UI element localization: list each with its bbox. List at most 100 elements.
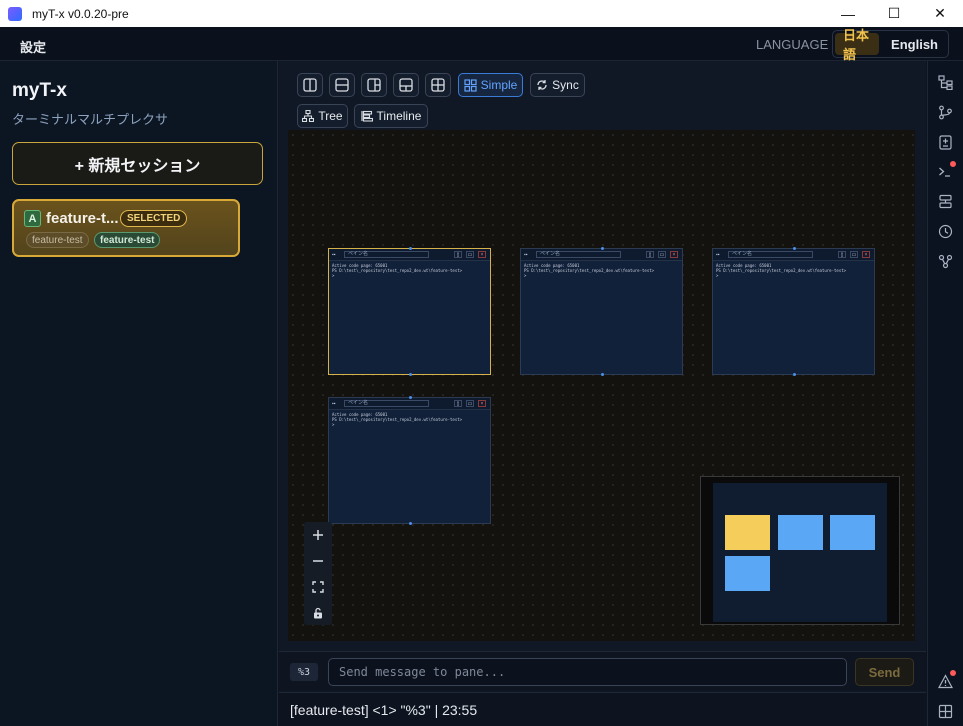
simple-grid-icon bbox=[464, 78, 477, 92]
pane-close-icon[interactable]: × bbox=[862, 251, 870, 258]
pane-split-h-icon[interactable]: ▭ bbox=[850, 251, 858, 258]
pane-split-v-icon[interactable]: ▯ bbox=[646, 251, 654, 258]
layout-split-right-button[interactable] bbox=[361, 73, 387, 97]
pane-title-input[interactable]: ペイン名 bbox=[536, 251, 621, 258]
pane-output[interactable]: Active code page: 65001 PS D:\test\_repos… bbox=[332, 412, 487, 427]
session-card[interactable]: A feature-t... SELECTED feature-test fea… bbox=[12, 199, 240, 257]
terminal-pane-2[interactable]: ▪▪ ペイン名 ▯ ▭ × Active code page: 65001 PS … bbox=[520, 247, 683, 376]
layout-icon[interactable] bbox=[936, 192, 954, 210]
history-icon[interactable] bbox=[936, 222, 954, 240]
zoom-in-button[interactable] bbox=[304, 522, 332, 547]
pane-header: ▪▪ ペイン名 ▯ ▭ × bbox=[329, 249, 490, 261]
status-text: [feature-test] <1> "%3" | 23:55 bbox=[290, 702, 478, 718]
pane-header: ▪▪ ペイン名 ▯ ▭ × bbox=[713, 249, 874, 261]
close-button[interactable]: ✕ bbox=[917, 0, 963, 27]
prompt-bar: %3 Send bbox=[279, 651, 926, 691]
pane-title-input[interactable]: ペイン名 bbox=[344, 400, 429, 407]
connection-anchor bbox=[409, 396, 412, 399]
pane-split-v-icon[interactable]: ▯ bbox=[838, 251, 846, 258]
status-bar: [feature-test] <1> "%3" | 23:55 bbox=[279, 692, 926, 726]
language-english-button[interactable]: English bbox=[883, 33, 946, 55]
terminal-icon: ▪▪ bbox=[332, 401, 336, 407]
layout-split-horizontal-button[interactable] bbox=[329, 73, 355, 97]
layout-grid-button[interactable] bbox=[425, 73, 451, 97]
session-agent-badge: A bbox=[24, 210, 41, 227]
target-pane-id: %3 bbox=[290, 663, 318, 681]
window-titlebar: myT-x v0.0.20-pre — ☐ ✕ bbox=[0, 0, 963, 27]
terminal-pane-1[interactable]: ▪▪ ペイン名 ▯ ▭ × Active code page: 65001 PS … bbox=[328, 247, 491, 376]
connection-anchor bbox=[601, 373, 604, 376]
split-right-icon bbox=[367, 78, 381, 92]
pane-split-v-icon[interactable]: ▯ bbox=[454, 400, 462, 407]
minimize-button[interactable]: — bbox=[825, 0, 871, 27]
connection-anchor bbox=[409, 247, 412, 250]
pane-close-icon[interactable]: × bbox=[670, 251, 678, 258]
grid-layout-icon bbox=[431, 78, 445, 92]
pane-split-v-icon[interactable]: ▯ bbox=[454, 251, 462, 258]
menu-bar: 設定 LANGUAGE 日本語 English bbox=[0, 27, 963, 62]
tree-icon[interactable] bbox=[936, 73, 954, 91]
minimap-node bbox=[778, 515, 823, 550]
sync-button[interactable]: Sync bbox=[530, 73, 585, 97]
fit-view-icon bbox=[312, 580, 324, 593]
layout-split-vertical-button[interactable] bbox=[297, 73, 323, 97]
timeline-icon bbox=[360, 110, 373, 122]
plus-icon bbox=[313, 529, 323, 540]
pane-title-input[interactable]: ペイン名 bbox=[728, 251, 813, 258]
minimap[interactable] bbox=[700, 476, 900, 625]
fit-view-button[interactable] bbox=[304, 574, 332, 599]
send-button[interactable]: Send bbox=[855, 658, 914, 686]
brand-subtitle: ターミナルマルチプレクサ bbox=[12, 112, 169, 127]
simple-mode-button[interactable]: Simple bbox=[458, 73, 523, 97]
terminal-pane-4[interactable]: ▪▪ ペイン名 ▯ ▭ × Active code page: 65001 PS … bbox=[328, 396, 491, 525]
zoom-controls bbox=[304, 522, 332, 625]
terminal-icon: ▪▪ bbox=[716, 252, 720, 258]
pane-header: ▪▪ ペイン名 ▯ ▭ × bbox=[329, 398, 490, 410]
sync-icon bbox=[537, 80, 547, 90]
connection-anchor bbox=[601, 247, 604, 250]
grid-icon[interactable] bbox=[936, 702, 954, 720]
diff-icon[interactable] bbox=[936, 133, 954, 151]
pane-canvas[interactable]: ▪▪ ペイン名 ▯ ▭ × Active code page: 65001 PS … bbox=[288, 130, 915, 641]
pane-output[interactable]: Active code page: 65001 PS D:\test\_repos… bbox=[332, 263, 487, 278]
main-workspace: Simple Sync Tree Timeline ▪▪ ペイン名 ▯ ▭ × … bbox=[279, 61, 926, 726]
network-icon[interactable] bbox=[936, 252, 954, 270]
pane-title-input[interactable]: ペイン名 bbox=[344, 251, 429, 258]
output-line: > bbox=[332, 273, 337, 278]
settings-menu[interactable]: 設定 bbox=[20, 37, 46, 56]
new-session-button[interactable]: + 新規セッション bbox=[12, 142, 263, 185]
tree-view-button[interactable]: Tree bbox=[297, 104, 348, 128]
maximize-button[interactable]: ☐ bbox=[871, 0, 917, 27]
pane-close-icon[interactable]: × bbox=[478, 400, 486, 407]
pane-split-h-icon[interactable]: ▭ bbox=[466, 251, 474, 258]
window-controls: — ☐ ✕ bbox=[825, 0, 963, 27]
window-title: myT-x v0.0.20-pre bbox=[32, 6, 129, 21]
language-label: LANGUAGE bbox=[756, 37, 829, 52]
terminal-pane-3[interactable]: ▪▪ ペイン名 ▯ ▭ × Active code page: 65001 PS … bbox=[712, 247, 875, 376]
git-branch-icon[interactable] bbox=[936, 103, 954, 121]
pane-output[interactable]: Active code page: 65001 PS D:\test\_repos… bbox=[716, 263, 871, 278]
message-input[interactable] bbox=[328, 658, 847, 686]
pane-close-icon[interactable]: × bbox=[478, 251, 486, 258]
layout-split-bottom-button[interactable] bbox=[393, 73, 419, 97]
tree-icon bbox=[302, 110, 315, 122]
lock-button[interactable] bbox=[304, 600, 332, 625]
output-line: > bbox=[524, 273, 529, 278]
pane-split-h-icon[interactable]: ▭ bbox=[466, 400, 474, 407]
sync-label: Sync bbox=[552, 78, 579, 92]
terminal-icon: ▪▪ bbox=[332, 252, 336, 258]
session-name: feature-t... bbox=[46, 210, 119, 227]
pane-split-h-icon[interactable]: ▭ bbox=[658, 251, 666, 258]
minus-icon bbox=[313, 559, 323, 562]
pane-output[interactable]: Active code page: 65001 PS D:\test\_repos… bbox=[524, 263, 679, 278]
minimap-viewport bbox=[713, 483, 887, 622]
zoom-out-button[interactable] bbox=[304, 548, 332, 573]
timeline-view-button[interactable]: Timeline bbox=[354, 104, 428, 128]
minimap-node bbox=[830, 515, 875, 550]
tree-view-label: Tree bbox=[318, 109, 343, 123]
session-sidebar: myT-x ターミナルマルチプレクサ + 新規セッション A feature-t… bbox=[0, 61, 278, 726]
notification-dot bbox=[950, 670, 956, 676]
language-japanese-button[interactable]: 日本語 bbox=[835, 28, 880, 62]
timeline-view-label: Timeline bbox=[376, 109, 422, 123]
branch-tag: feature-test bbox=[26, 232, 89, 248]
